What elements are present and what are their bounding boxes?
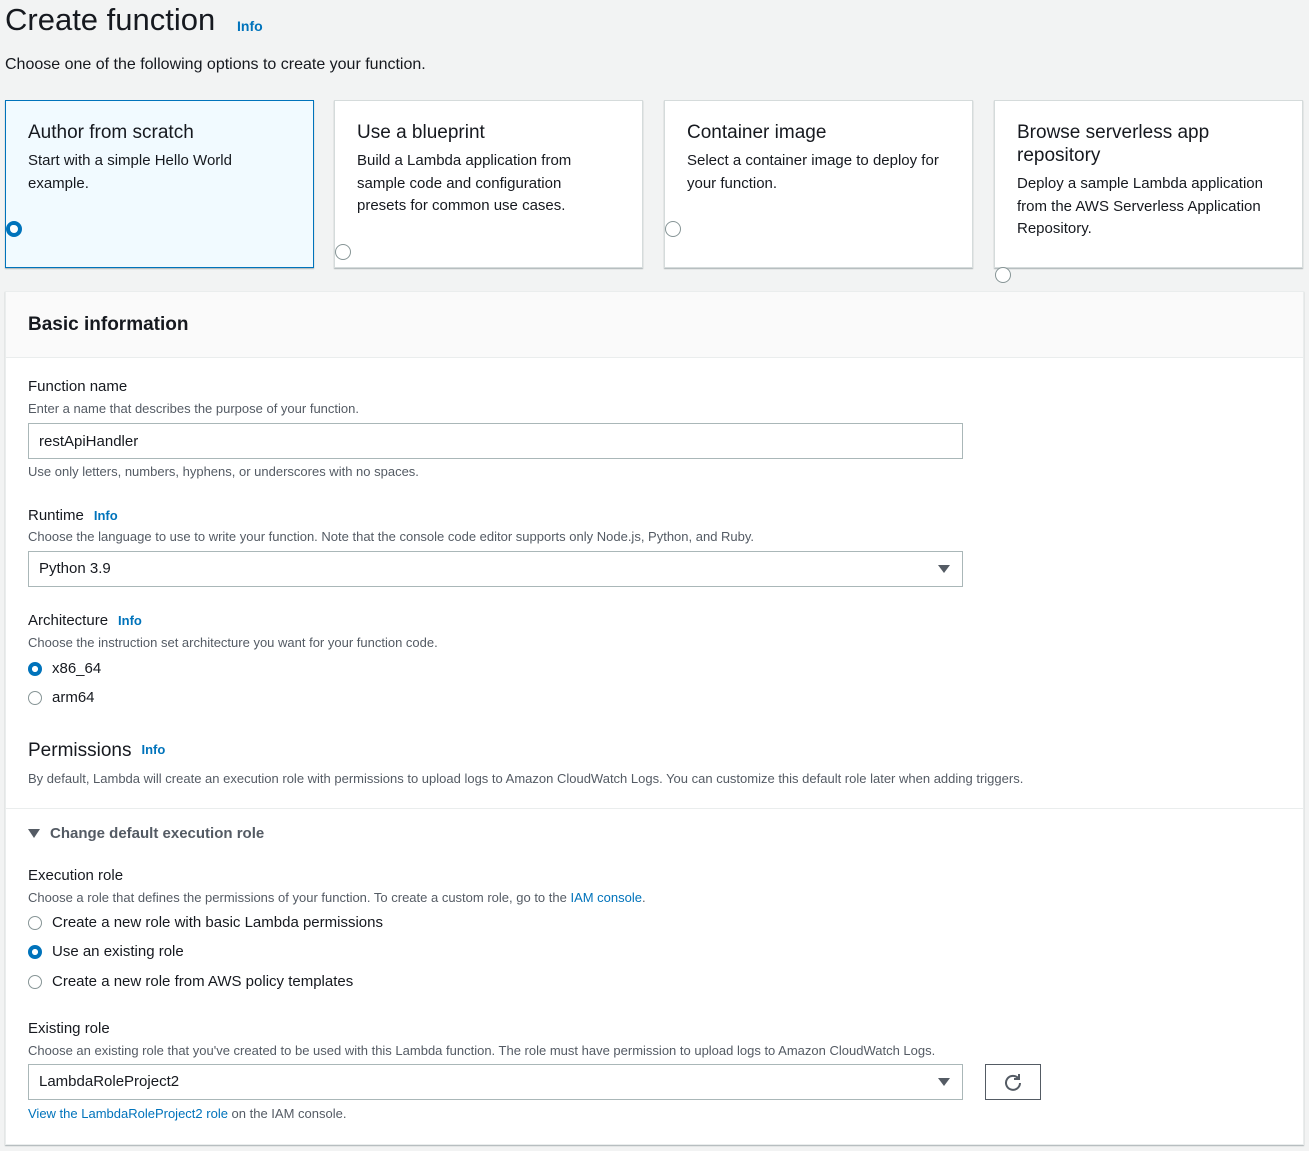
option-radio[interactable] [335, 243, 351, 260]
function-name-label: Function name [28, 378, 128, 395]
option-description: Build a Lambda application from sample c… [357, 152, 572, 214]
option-radio[interactable] [665, 221, 681, 237]
existing-role-description: Choose an existing role that you've crea… [28, 1043, 936, 1058]
radio-label: arm64 [52, 689, 95, 706]
runtime-label-text: Runtime [28, 507, 84, 524]
expander-label: Change default execution role [50, 825, 265, 842]
existing-role-label: Existing role [28, 1020, 110, 1037]
existing-role-selected-value: LambdaRoleProject2 [39, 1073, 180, 1090]
radio-label: Create a new role with basic Lambda perm… [52, 914, 383, 931]
execution-role-description-suffix: . [642, 890, 646, 905]
radio-button[interactable] [28, 915, 42, 930]
option-description: Select a container image to deploy for y… [687, 152, 939, 192]
triangle-down-icon [28, 829, 40, 838]
architecture-option-x86-64[interactable]: x86_64 [28, 660, 101, 677]
radio-button[interactable] [28, 661, 42, 676]
execution-role-option-use-existing[interactable]: Use an existing role [28, 943, 184, 960]
page-title-info-link[interactable]: Info [237, 18, 263, 34]
caret-down-icon [938, 565, 950, 573]
page-description: Choose one of the following options to c… [5, 56, 426, 73]
runtime-select[interactable]: Python 3.9 [28, 551, 963, 587]
architecture-label: Architecture Info [28, 612, 142, 629]
option-title: Use a blueprint [357, 122, 485, 143]
refresh-icon [1005, 1074, 1021, 1091]
radio-button[interactable] [28, 974, 42, 989]
refresh-roles-button[interactable] [985, 1064, 1041, 1100]
caret-down-icon [938, 1078, 950, 1086]
radio-label: x86_64 [52, 660, 102, 677]
execution-role-option-create-basic[interactable]: Create a new role with basic Lambda perm… [28, 914, 383, 931]
radio-button[interactable] [28, 944, 42, 959]
execution-role-description: Choose a role that defines the permissio… [28, 890, 646, 905]
execution-role-option-policy-templates[interactable]: Create a new role from AWS policy templa… [28, 973, 353, 990]
option-title: Author from scratch [28, 122, 194, 143]
basic-information-panel: Basic information Function name Enter a … [5, 291, 1304, 1145]
page-title: Create function [5, 2, 216, 37]
function-name-constraint: Use only letters, numbers, hyphens, or u… [28, 464, 419, 479]
option-container-image[interactable]: Container image Select a container image… [664, 100, 973, 268]
view-role-hint: View the LambdaRoleProject2 role on the … [28, 1106, 346, 1121]
radio-button[interactable] [28, 690, 42, 705]
option-use-a-blueprint[interactable]: Use a blueprint Build a Lambda applicati… [334, 100, 643, 268]
architecture-label-text: Architecture [28, 612, 109, 629]
permissions-heading: Permissions Info [28, 740, 165, 762]
runtime-description: Choose the language to use to write your… [28, 529, 755, 544]
runtime-selected-value: Python 3.9 [39, 560, 111, 577]
permissions-description: By default, Lambda will create an execut… [28, 771, 1024, 786]
permissions-title: Permissions [28, 740, 132, 761]
option-radio[interactable] [995, 266, 1011, 283]
runtime-info-link[interactable]: Info [94, 508, 118, 523]
option-browse-serverless-app-repository[interactable]: Browse serverless app repository Deploy … [994, 100, 1303, 283]
iam-console-link[interactable]: IAM console [570, 890, 642, 905]
view-role-suffix: on the IAM console. [227, 1106, 347, 1121]
option-radio[interactable] [6, 221, 22, 237]
permissions-info-link[interactable]: Info [141, 742, 165, 757]
function-name-input[interactable] [28, 423, 963, 459]
option-author-from-scratch[interactable]: Author from scratch Start with a simple … [5, 100, 314, 268]
option-title: Container image [687, 122, 827, 143]
architecture-info-link[interactable]: Info [118, 613, 142, 628]
architecture-description: Choose the instruction set architecture … [28, 635, 438, 650]
existing-role-select[interactable]: LambdaRoleProject2 [28, 1064, 963, 1100]
option-description: Start with a simple Hello World example. [28, 152, 232, 192]
change-default-execution-role-expander[interactable]: Change default execution role [28, 825, 264, 842]
radio-label: Create a new role from AWS policy templa… [52, 973, 354, 990]
architecture-option-arm64[interactable]: arm64 [28, 689, 95, 706]
divider [6, 808, 1303, 809]
runtime-label: Runtime Info [28, 507, 118, 524]
function-name-description: Enter a name that describes the purpose … [28, 401, 359, 416]
option-description: Deploy a sample Lambda application from … [1017, 175, 1263, 237]
panel-title: Basic information [28, 314, 189, 335]
radio-label: Use an existing role [52, 943, 184, 960]
execution-role-label: Execution role [28, 867, 124, 884]
execution-role-description-text: Choose a role that defines the permissio… [28, 890, 571, 905]
view-role-link[interactable]: View the LambdaRoleProject2 role [28, 1106, 228, 1121]
panel-header: Basic information [6, 292, 1303, 358]
option-title: Browse serverless app repository [1017, 122, 1210, 166]
